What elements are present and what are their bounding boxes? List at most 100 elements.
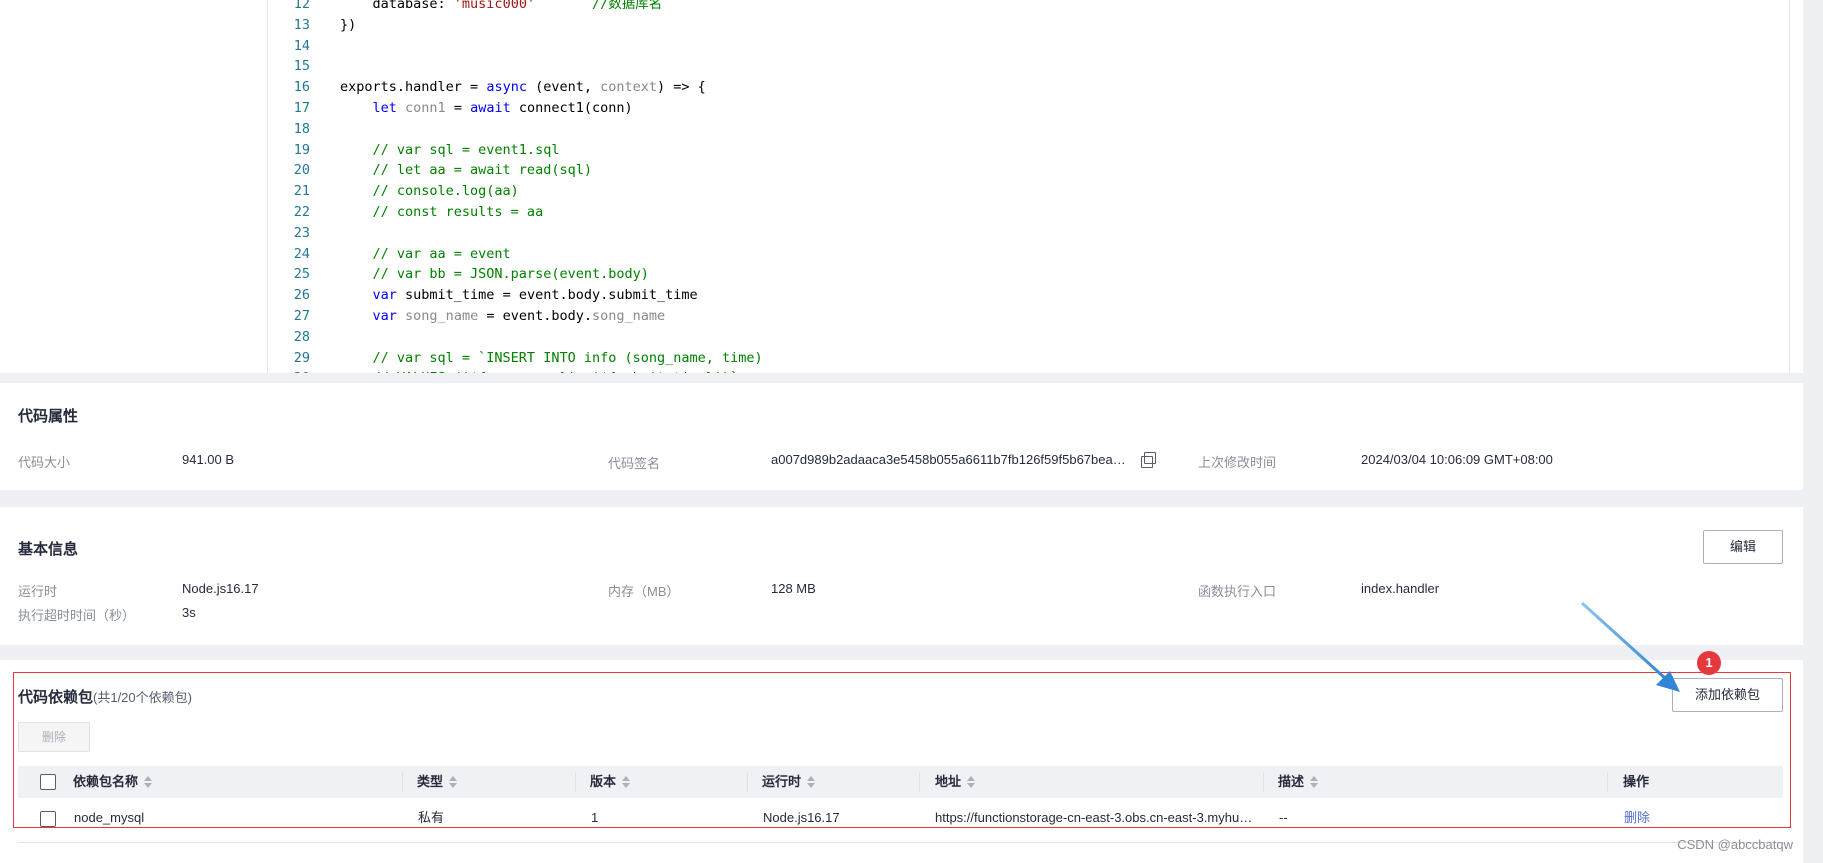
row-checkbox[interactable] [40, 811, 56, 827]
line-source: }) [340, 16, 357, 33]
line-number: 30 [268, 368, 310, 373]
code-line: 27 var song_name = event.body.song_name [0, 306, 1780, 327]
copy-icon[interactable] [1141, 452, 1156, 468]
col-action: 操作 [1623, 774, 1650, 789]
code-line: 24 // var aa = event [0, 244, 1780, 265]
line-source: // const results = aa [340, 204, 544, 220]
cell-desc: -- [1279, 810, 1288, 825]
cell-type: 私有 [418, 810, 445, 825]
line-number: 16 [293, 79, 310, 96]
line-source: // var aa = event [340, 245, 511, 262]
col-name-label: 依赖包名称 [73, 774, 139, 789]
code-line: 15 [0, 56, 1780, 77]
code-signature-label: 代码签名 [608, 456, 661, 471]
line-number: 26 [293, 287, 310, 304]
row-delete-link[interactable]: 删除 [1624, 803, 1704, 833]
line-number: 29 [293, 349, 310, 366]
line-source: var song_name = event.body.song_name [372, 308, 666, 324]
line-number: 21 [293, 183, 310, 200]
sort-icon[interactable] [1310, 775, 1319, 788]
code-line: 16 exports.handler = async (event, contex… [0, 77, 1780, 98]
code-line: 13}) [0, 15, 1780, 36]
code-line: 25 // var bb = JSON.parse(event.body) [0, 264, 1780, 285]
col-runtime-label: 运行时 [762, 774, 802, 789]
delete-selected-button[interactable]: 删除 [18, 722, 90, 752]
select-all-checkbox[interactable] [40, 774, 56, 790]
line-number: 23 [293, 224, 310, 241]
dependencies-heading: 代码依赖包(共1/20个依赖包) [18, 686, 192, 707]
cell-version: 1 [591, 810, 599, 825]
code-line: 23 [0, 223, 1780, 244]
last-modified-label: 上次修改时间 [1198, 455, 1277, 470]
col-desc-label: 描述 [1278, 774, 1305, 789]
line-number: 18 [293, 120, 310, 137]
sort-icon[interactable] [144, 775, 153, 788]
col-name[interactable]: 依赖包名称 [73, 766, 153, 798]
line-number: 24 [293, 245, 310, 262]
line-number: 27 [293, 308, 310, 324]
code-properties-panel: 代码属性 代码大小 941.00 B 代码签名 a007d989b2adaaca… [0, 383, 1803, 490]
code-editor[interactable]: 12 database: 'music000' //数据库名 13}) 14 15 16… [0, 0, 1803, 373]
line-number: 28 [293, 328, 310, 345]
last-modified-value: 2024/03/04 10:06:09 GMT+08:00 [1361, 452, 1553, 467]
step-badge: 1 [1697, 651, 1721, 675]
column-separator [575, 772, 576, 792]
column-separator [919, 772, 920, 792]
col-version-label: 版本 [590, 774, 617, 789]
basic-info-title: 基本信息 [18, 541, 79, 558]
line-number: 17 [293, 100, 310, 116]
sort-icon[interactable] [449, 775, 458, 788]
dependencies-title: 代码依赖包 [18, 689, 94, 706]
timeout-value: 3s [182, 605, 196, 620]
sort-icon[interactable] [807, 775, 816, 788]
code-line: 20 // let aa = await read(sql) [0, 160, 1780, 181]
line-number: 25 [293, 266, 310, 283]
line-number: 22 [293, 204, 310, 220]
line-number: 12 [293, 0, 310, 12]
table-divider [18, 842, 1783, 843]
cell-address: https://functionstorage-cn-east-3.obs.cn… [935, 810, 1253, 825]
column-separator [1263, 772, 1264, 792]
basic-info-panel: 基本信息 编辑 运行时 Node.js16.17 内存（MB） 128 MB 函… [0, 507, 1803, 645]
code-line: 22 // const results = aa [0, 202, 1780, 223]
code-line: 14 [0, 36, 1780, 57]
line-number: 20 [293, 162, 310, 179]
code-properties-title: 代码属性 [18, 408, 79, 425]
table-row: node_mysql 私有 1 Node.js16.17 https://fun… [18, 803, 1783, 833]
edit-button[interactable]: 编辑 [1703, 530, 1783, 564]
cell-name: node_mysql [74, 810, 145, 825]
line-number: 13 [293, 16, 310, 33]
col-desc[interactable]: 描述 [1278, 766, 1319, 798]
code-line: 26 var submit_time = event.body.submit_t… [0, 285, 1780, 306]
code-line: 29 // var sql = `INSERT INTO info (song_… [0, 348, 1780, 369]
line-source: let conn1 = await connect1(conn) [372, 100, 633, 116]
line-number: 14 [293, 37, 310, 54]
dependencies-count: (共1/20个依赖包) [93, 690, 192, 705]
watermark: CSDN @abccbatqw [1677, 837, 1793, 852]
line-source: exports.handler = async (event, context)… [340, 79, 706, 96]
memory-label: 内存（MB） [608, 584, 680, 599]
line-source: // var sql = `INSERT INTO info (song_nam… [340, 349, 763, 366]
col-address[interactable]: 地址 [935, 766, 976, 798]
runtime-label: 运行时 [18, 584, 58, 599]
col-runtime[interactable]: 运行时 [762, 766, 816, 798]
entry-value: index.handler [1361, 581, 1440, 596]
line-source: // VALUES ('${song_name}', '${submit_tim… [340, 368, 739, 373]
cell-runtime: Node.js16.17 [763, 810, 840, 825]
code-line: 12 database: 'music000' //数据库名 [0, 0, 1780, 15]
code-line: 28 [0, 327, 1780, 348]
col-address-label: 地址 [935, 774, 962, 789]
line-source: // var sql = event1.sql [340, 141, 560, 158]
sort-icon[interactable] [622, 775, 631, 788]
line-number: 15 [293, 58, 310, 75]
code-line: 19 // var sql = event1.sql [0, 140, 1780, 161]
col-version[interactable]: 版本 [590, 766, 631, 798]
memory-value: 128 MB [771, 581, 816, 596]
timeout-label: 执行超时时间（秒） [18, 608, 136, 623]
line-number: 19 [293, 141, 310, 158]
code-signature-value: a007d989b2adaaca3e5458b055a6611b7fb126f5… [771, 452, 1126, 467]
sort-icon[interactable] [967, 775, 976, 788]
col-type[interactable]: 类型 [417, 766, 458, 798]
code-line: 30 // VALUES ('${song_name}', '${submit_… [0, 368, 1780, 373]
col-type-label: 类型 [417, 774, 444, 789]
